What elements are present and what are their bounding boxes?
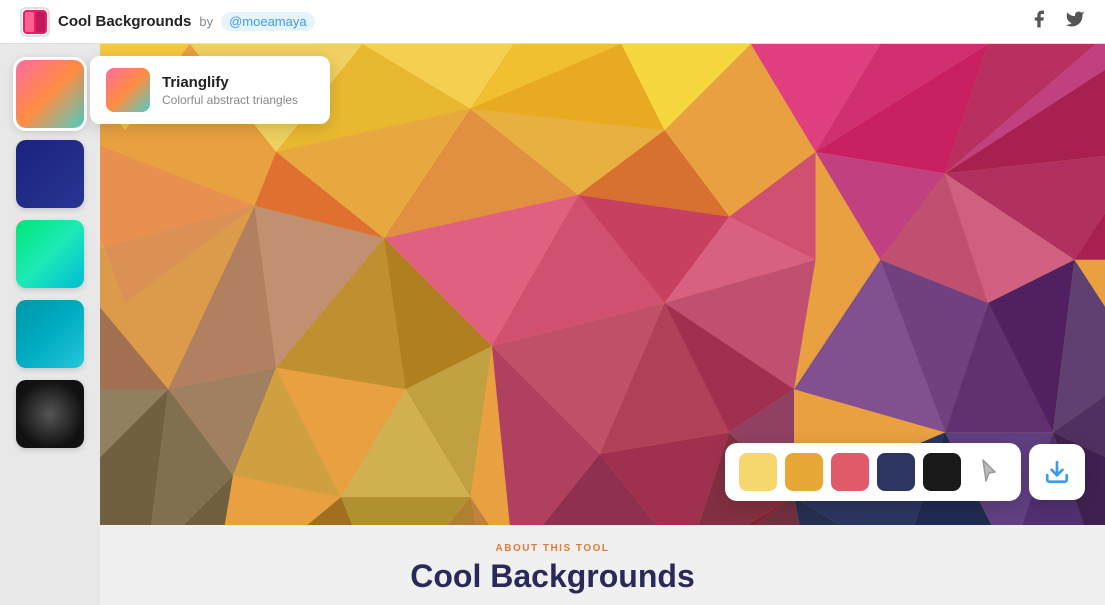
- sidebar: Trianglify Colorful abstract triangles: [0, 44, 100, 605]
- sidebar-item-trianglify[interactable]: [16, 60, 84, 128]
- swatch-orange-2[interactable]: [785, 453, 823, 491]
- username-link[interactable]: @moeamaya: [221, 12, 315, 31]
- color-controls-wrapper: [725, 443, 1085, 501]
- sidebar-item-dark[interactable]: [16, 140, 84, 208]
- header: Cool Backgrounds by @moeamaya: [0, 0, 1105, 44]
- eyedropper-icon[interactable]: [969, 453, 1007, 491]
- facebook-icon[interactable]: [1029, 9, 1049, 34]
- about-label: ABOUT THIS TOOL: [496, 543, 610, 554]
- tooltip-icon: [106, 68, 150, 112]
- tooltip: Trianglify Colorful abstract triangles: [90, 56, 330, 124]
- sidebar-item-gradient[interactable]: [16, 220, 84, 288]
- header-social-icons: [1029, 9, 1085, 34]
- swatch-yellow-2[interactable]: [739, 453, 777, 491]
- tooltip-text: Trianglify Colorful abstract triangles: [162, 74, 298, 107]
- tooltip-description: Colorful abstract triangles: [162, 93, 298, 107]
- site-title: Cool Backgrounds: [410, 558, 694, 595]
- canvas-area: [100, 44, 1105, 605]
- color-picker-panel: [725, 443, 1021, 501]
- twitter-icon[interactable]: [1065, 9, 1085, 34]
- site-name: Cool Backgrounds: [58, 13, 191, 30]
- background-canvas: [100, 44, 1105, 605]
- by-text: by: [199, 14, 213, 29]
- site-logo: [20, 7, 50, 37]
- main-content: Trianglify Colorful abstract triangles: [0, 44, 1105, 605]
- swatch-pink-2[interactable]: [831, 453, 869, 491]
- swatch-black-2[interactable]: [923, 453, 961, 491]
- header-left: Cool Backgrounds by @moeamaya: [20, 7, 315, 37]
- swatch-navy-2[interactable]: [877, 453, 915, 491]
- download-button-main[interactable]: [1029, 444, 1085, 500]
- tooltip-title: Trianglify: [162, 74, 298, 91]
- sidebar-item-blue-waves[interactable]: [16, 300, 84, 368]
- bottom-section: ABOUT THIS TOOL Cool Backgrounds: [0, 525, 1105, 605]
- sidebar-item-texture[interactable]: [16, 380, 84, 448]
